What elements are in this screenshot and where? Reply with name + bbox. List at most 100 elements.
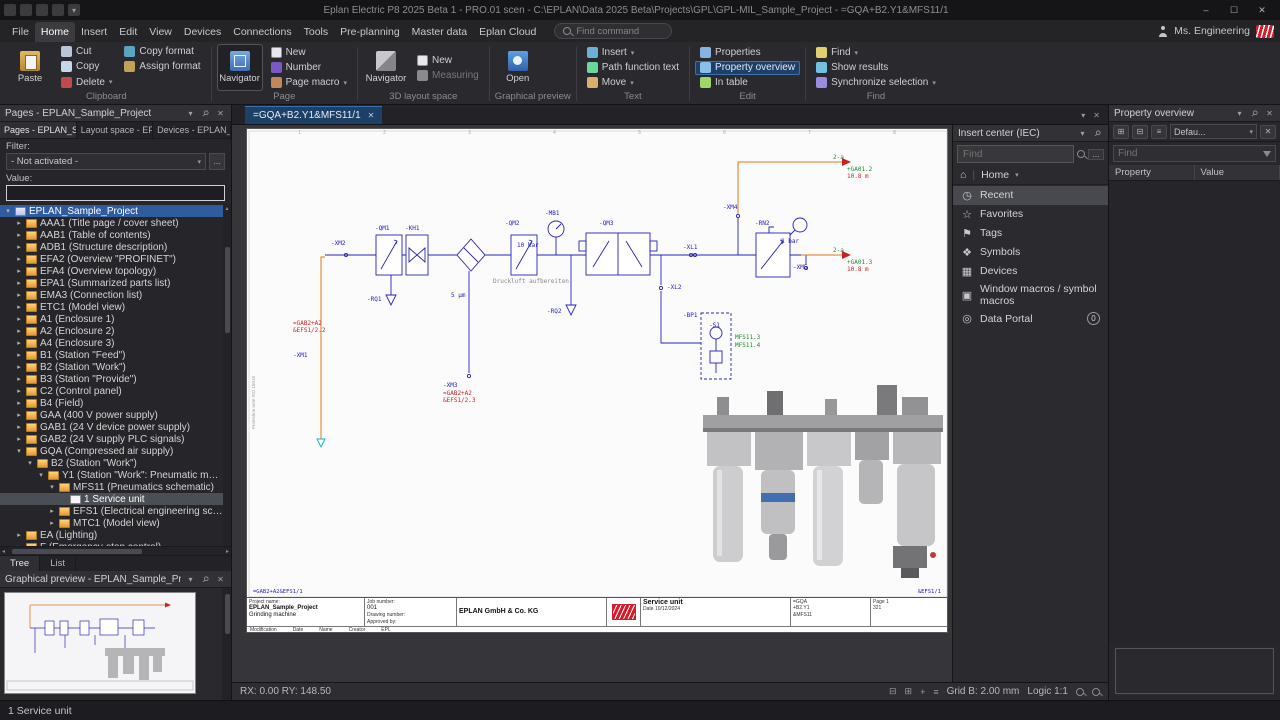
column-header[interactable]: Value (1195, 165, 1280, 180)
tab-close-icon[interactable]: ✕ (368, 111, 375, 120)
insert-center-more-button[interactable]: ... (1088, 149, 1104, 160)
insert-center-search-input[interactable] (957, 145, 1074, 163)
insert-center-item[interactable]: Data Portal 0 (953, 309, 1108, 328)
delete-button[interactable]: Delete▾ (56, 75, 117, 89)
tree-item[interactable]: EMA3 (Connection list) (0, 289, 223, 301)
tree-item[interactable]: B3 (Station "Provide") (0, 373, 223, 385)
tree-item[interactable]: EFS1 (Electrical engineering schematic) (0, 505, 223, 517)
tree-expand-icon[interactable] (48, 483, 56, 491)
3d-navigator-button[interactable]: Navigator (363, 44, 409, 91)
tree-item[interactable]: ETC1 (Model view) (0, 301, 223, 313)
insert-center-item[interactable]: Recent (953, 186, 1108, 205)
grid-icon[interactable]: ⊞ (905, 686, 913, 697)
panel-menu-icon[interactable]: ▾ (185, 109, 196, 118)
panel-menu-icon[interactable]: ▾ (1234, 109, 1245, 118)
insert-center-item[interactable]: Tags (953, 224, 1108, 243)
user-name[interactable]: Ms. Engineering (1174, 25, 1250, 37)
ribbon-tab[interactable]: Master data (406, 22, 473, 42)
crosshair-icon[interactable]: + (920, 687, 925, 697)
tree-expand-icon[interactable] (4, 207, 12, 215)
ribbon-tab[interactable]: Home (35, 22, 75, 42)
ribbon-tab[interactable]: Pre-planning (334, 22, 406, 42)
pin-icon[interactable]: ⚲ (198, 572, 212, 586)
scroll-left-icon[interactable]: ◂ (2, 548, 5, 555)
grid-size[interactable]: Grid B: 2.00 mm (947, 686, 1020, 697)
filter-more-button[interactable]: ... (209, 153, 225, 170)
tree-expand-icon[interactable] (15, 231, 23, 239)
minimize-button[interactable]: – (1192, 0, 1220, 20)
graphical-preview[interactable] (0, 588, 231, 700)
tree-expand-icon[interactable] (48, 507, 56, 515)
pin-icon[interactable]: ⚲ (198, 106, 212, 120)
scrollbar-thumb[interactable] (12, 549, 142, 554)
ribbon-tab[interactable]: Connections (227, 22, 297, 42)
tree-expand-icon[interactable] (15, 219, 23, 227)
tab-list-icon[interactable]: ▾ (1081, 111, 1085, 120)
tab-bar-close-icon[interactable]: ✕ (1093, 111, 1100, 120)
zoom-in-icon[interactable] (1076, 688, 1084, 696)
tree-vertical-scrollbar[interactable]: ▴ (223, 205, 231, 546)
tree-expand-icon[interactable] (15, 411, 23, 419)
navigator-tab[interactable]: Layout space - EPL... (77, 122, 153, 138)
tree-expand-icon[interactable] (15, 291, 23, 299)
tree-item[interactable]: 1 Service unit (0, 493, 223, 505)
ribbon-tab[interactable]: File (6, 22, 35, 42)
zoom-select-icon[interactable] (1092, 688, 1100, 696)
layers-icon[interactable]: ≡ (933, 687, 938, 697)
pin-icon[interactable]: ⚲ (1247, 106, 1261, 120)
list-view-icon[interactable]: ≡ (1151, 125, 1167, 139)
scrollbar-thumb[interactable] (225, 594, 230, 634)
tree-expand-icon[interactable] (15, 279, 23, 287)
page-new-button[interactable]: New (266, 46, 352, 60)
tree-expand-icon[interactable] (15, 255, 23, 263)
navigator-tab[interactable]: Devices - EPLAN_S... (153, 122, 231, 138)
tree-item[interactable]: GAA (400 V power supply) (0, 409, 223, 421)
schematic-canvas[interactable]: 12345678 (232, 125, 952, 682)
schematic-page[interactable]: 12345678 (246, 128, 948, 633)
tree-item[interactable]: EA (Lighting) (0, 529, 223, 541)
measuring-button[interactable]: Measuring (412, 68, 484, 82)
scrollbar-thumb[interactable] (225, 247, 230, 333)
tree-expand-icon[interactable] (15, 303, 23, 311)
tree-item[interactable]: A4 (Enclosure 3) (0, 337, 223, 349)
tree-item[interactable]: AAA1 (Title page / cover sheet) (0, 217, 223, 229)
tree-item[interactable]: B2 (Station "Work") (0, 457, 223, 469)
tree-item[interactable]: EPLAN_Sample_Project (0, 205, 223, 217)
save-icon[interactable] (20, 4, 32, 16)
paste-button[interactable]: Paste (7, 44, 53, 91)
expand-all-icon[interactable]: ⊞ (1113, 125, 1129, 139)
property-overview-button[interactable]: Property overview (695, 61, 800, 75)
tree-expand-icon[interactable] (15, 375, 23, 383)
page-macro-button[interactable]: Page macro▾ (266, 76, 352, 90)
redo-icon[interactable] (52, 4, 64, 16)
insert-center-item[interactable]: Devices (953, 262, 1108, 281)
home-icon[interactable]: ⌂ (960, 169, 966, 181)
maximize-button[interactable]: ☐ (1220, 0, 1248, 20)
tree-expand-icon[interactable] (48, 519, 56, 527)
tree-item[interactable]: Y1 (Station "Work": Pneumatic manifold) (0, 469, 223, 481)
tree-item[interactable]: C2 (Control panel) (0, 385, 223, 397)
insert-center-item[interactable]: Window macros / symbol macros (953, 281, 1108, 309)
tree-expand-icon[interactable] (15, 447, 23, 455)
preview-scrollbar[interactable] (222, 588, 231, 700)
tree-item[interactable]: B2 (Station "Work") (0, 361, 223, 373)
tree-expand-icon[interactable] (15, 267, 23, 275)
tree-item[interactable]: EPA1 (Summarized parts list) (0, 277, 223, 289)
snap-icon[interactable]: ⊟ (889, 686, 897, 697)
tree-expand-icon[interactable] (15, 327, 23, 335)
page-number-button[interactable]: Number (266, 61, 352, 75)
tree-item[interactable]: MTC1 (Model view) (0, 517, 223, 529)
ribbon-tab[interactable]: Devices (178, 22, 227, 42)
tree-item[interactable]: GQA (Compressed air supply) (0, 445, 223, 457)
filter-funnel-icon[interactable] (1263, 151, 1271, 157)
3d-new-button[interactable]: New (412, 53, 484, 67)
ribbon-tab[interactable]: Insert (75, 22, 113, 42)
preview-thumbnail[interactable] (4, 592, 196, 694)
tree-expand-icon[interactable] (15, 531, 23, 539)
tree-expand-icon[interactable] (15, 351, 23, 359)
tree-expand-icon[interactable] (15, 387, 23, 395)
tree-expand-icon[interactable] (15, 243, 23, 251)
ribbon-tab[interactable]: Tools (298, 22, 335, 42)
tree-list-tab[interactable]: Tree (0, 556, 40, 571)
tree-item[interactable]: GAB2 (24 V supply PLC signals) (0, 433, 223, 445)
